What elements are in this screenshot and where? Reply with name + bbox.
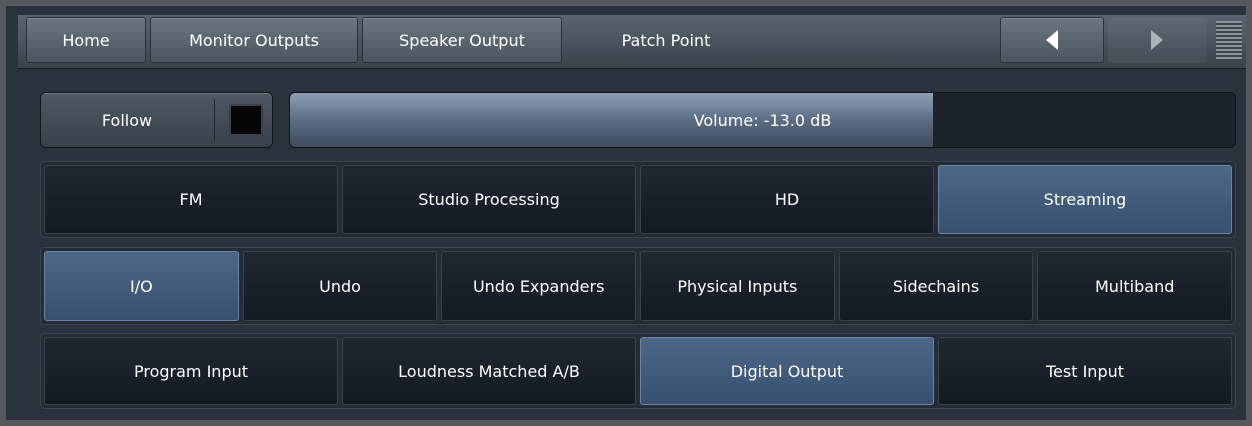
category-physical-inputs-button[interactable]: Physical Inputs — [640, 251, 835, 321]
previous-page-button[interactable] — [1000, 17, 1104, 63]
tab-home[interactable]: Home — [26, 17, 146, 63]
category-sidechains-button[interactable]: Sidechains — [838, 251, 1034, 321]
follow-indicator-checkbox[interactable] — [229, 104, 263, 136]
category-undo-expanders-button[interactable]: Undo Expanders — [441, 251, 637, 321]
category-selector-row: I/O Undo Undo Expanders Physical Inputs … — [40, 247, 1236, 325]
point-digital-output-button[interactable]: Digital Output — [640, 337, 934, 405]
menu-lines-icon[interactable] — [1216, 21, 1242, 61]
follow-label: Follow — [101, 110, 153, 130]
category-io-button[interactable]: I/O — [44, 251, 239, 321]
point-loudness-matched-ab-button[interactable]: Loudness Matched A/B — [342, 337, 636, 405]
triangle-right-icon — [1151, 30, 1163, 50]
output-selector-row: FM Studio Processing HD Streaming — [40, 161, 1236, 238]
volume-slider[interactable]: Volume: -13.0 dB — [289, 92, 1236, 148]
output-studio-processing-button[interactable]: Studio Processing — [342, 165, 636, 234]
patch-point-selector-row: Program Input Loudness Matched A/B Digit… — [40, 333, 1236, 409]
top-navigation-bar: Home Monitor Outputs Speaker Output Patc… — [18, 15, 1246, 69]
point-program-input-button[interactable]: Program Input — [44, 337, 338, 405]
next-page-button[interactable] — [1108, 17, 1206, 63]
tab-patch-point[interactable]: Patch Point — [566, 17, 766, 63]
output-streaming-button[interactable]: Streaming — [938, 165, 1232, 234]
output-hd-button[interactable]: HD — [640, 165, 934, 234]
follow-divider — [214, 99, 215, 141]
triangle-left-icon — [1046, 30, 1058, 50]
follow-button[interactable]: Follow — [40, 92, 273, 148]
category-multiband-button[interactable]: Multiband — [1037, 251, 1233, 321]
tab-monitor-outputs[interactable]: Monitor Outputs — [150, 17, 358, 63]
point-test-input-button[interactable]: Test Input — [938, 337, 1232, 405]
patch-point-window: Home Monitor Outputs Speaker Output Patc… — [0, 0, 1252, 426]
category-undo-button[interactable]: Undo — [242, 251, 438, 321]
tab-speaker-output[interactable]: Speaker Output — [362, 17, 562, 63]
volume-readout: Volume: -13.0 dB — [693, 110, 832, 130]
output-fm-button[interactable]: FM — [44, 165, 338, 234]
